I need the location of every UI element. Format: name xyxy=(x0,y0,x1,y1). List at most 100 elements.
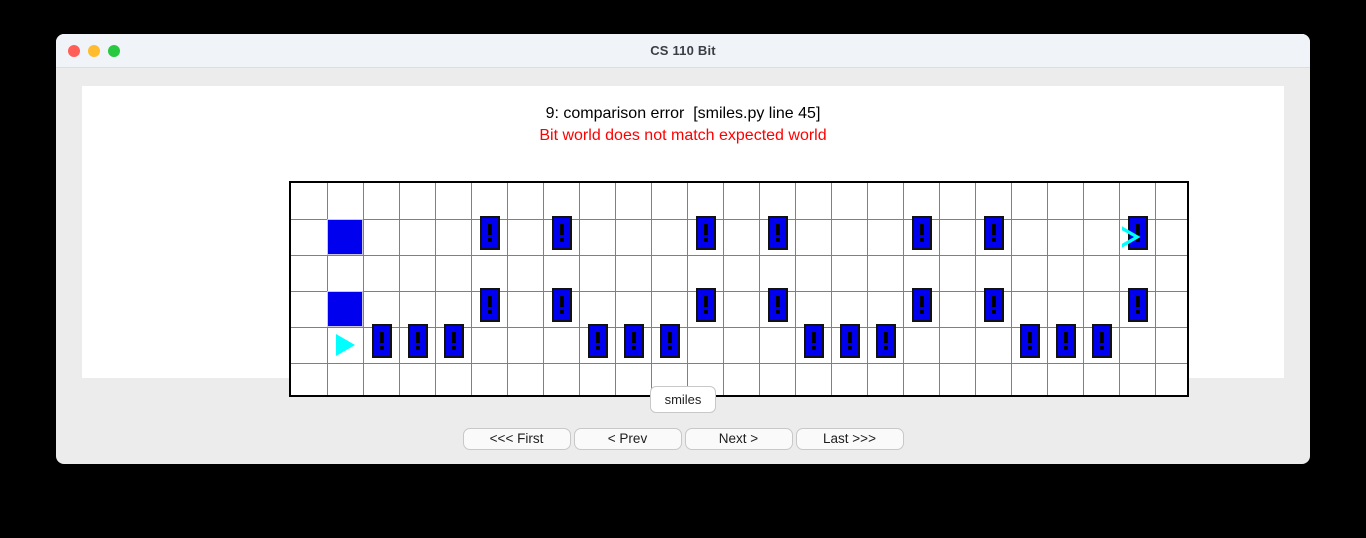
exclamation-dot xyxy=(560,310,564,314)
exclamation-dot xyxy=(488,310,492,314)
exclamation-block-icon xyxy=(1020,324,1040,358)
next-button[interactable]: Next > xyxy=(684,428,793,450)
exclamation-block-icon xyxy=(912,216,932,250)
exclamation-block-icon xyxy=(444,324,464,358)
exclamation-dot xyxy=(1100,346,1104,350)
exclamation-stem xyxy=(632,332,636,343)
exclamation-stem xyxy=(992,296,996,307)
exclamation-dot xyxy=(704,310,708,314)
exclamation-block-icon xyxy=(1056,324,1076,358)
exclamation-block-icon xyxy=(984,288,1004,322)
exclamation-stem xyxy=(1100,332,1104,343)
first-button[interactable]: <<< First xyxy=(462,428,571,450)
exclamation-dot xyxy=(776,310,780,314)
exclamation-block-icon xyxy=(696,288,716,322)
exclamation-dot xyxy=(632,346,636,350)
exclamation-dot xyxy=(1136,310,1140,314)
exclamation-stem xyxy=(776,296,780,307)
title-bar: CS 110 Bit xyxy=(56,34,1310,68)
exclamation-block-icon xyxy=(1092,324,1112,358)
exclamation-stem xyxy=(920,224,924,235)
exclamation-stem xyxy=(884,332,888,343)
exclamation-block-icon xyxy=(1128,288,1148,322)
exclamation-block-icon xyxy=(912,288,932,322)
prev-button[interactable]: < Prev xyxy=(573,428,682,450)
exclamation-stem xyxy=(812,332,816,343)
bit-robot-icon xyxy=(327,327,363,363)
exclamation-dot xyxy=(848,346,852,350)
exclamation-stem xyxy=(488,224,492,235)
exclamation-dot xyxy=(1028,346,1032,350)
last-button[interactable]: Last >>> xyxy=(795,428,904,450)
window-title: CS 110 Bit xyxy=(650,43,716,58)
error-detail-line: Bit world does not match expected world xyxy=(539,127,827,144)
bit-world-grid[interactable] xyxy=(289,181,1189,397)
exclamation-stem xyxy=(596,332,600,343)
exclamation-block-icon xyxy=(372,324,392,358)
exclamation-stem xyxy=(560,296,564,307)
navigation-bar: <<< First < Prev Next > Last >>> xyxy=(56,428,1310,450)
exclamation-block-icon xyxy=(804,324,824,358)
exclamation-block-icon xyxy=(624,324,644,358)
exclamation-stem xyxy=(380,332,384,343)
exclamation-stem xyxy=(704,224,708,235)
painted-cell xyxy=(327,219,363,255)
exclamation-stem xyxy=(1028,332,1032,343)
exclamation-stem xyxy=(704,296,708,307)
exclamation-block-icon xyxy=(696,216,716,250)
bit-heading-arrow xyxy=(1122,226,1141,248)
exclamation-dot xyxy=(668,346,672,350)
exclamation-dot xyxy=(920,310,924,314)
exclamation-block-icon xyxy=(480,216,500,250)
exclamation-stem xyxy=(1136,296,1140,307)
exclamation-stem xyxy=(992,224,996,235)
exclamation-block-icon xyxy=(660,324,680,358)
exclamation-dot xyxy=(560,238,564,242)
exclamation-dot xyxy=(812,346,816,350)
exclamation-block-icon xyxy=(984,216,1004,250)
exclamation-block-icon xyxy=(552,288,572,322)
exclamation-dot xyxy=(488,238,492,242)
app-window: CS 110 Bit 9: comparison error [smiles.p… xyxy=(56,34,1310,464)
exclamation-block-icon xyxy=(876,324,896,358)
painted-cell xyxy=(327,291,363,327)
window-controls xyxy=(68,44,120,57)
exclamation-stem xyxy=(668,332,672,343)
exclamation-stem xyxy=(416,332,420,343)
grid-objects xyxy=(291,183,1187,395)
exclamation-stem xyxy=(920,296,924,307)
exclamation-dot xyxy=(380,346,384,350)
exclamation-dot xyxy=(596,346,600,350)
exclamation-dot xyxy=(920,238,924,242)
exclamation-block-icon xyxy=(552,216,572,250)
tab-smiles[interactable]: smiles xyxy=(649,386,717,413)
exclamation-block-icon xyxy=(840,324,860,358)
exclamation-stem xyxy=(1064,332,1068,343)
bit-heading-arrow xyxy=(335,334,355,356)
exclamation-dot xyxy=(776,238,780,242)
exclamation-stem xyxy=(452,332,456,343)
exclamation-dot xyxy=(416,346,420,350)
exclamation-dot xyxy=(992,310,996,314)
minimize-button[interactable] xyxy=(88,44,100,57)
exclamation-dot xyxy=(992,238,996,242)
exclamation-dot xyxy=(884,346,888,350)
exclamation-stem xyxy=(560,224,564,235)
exclamation-block-icon xyxy=(408,324,428,358)
exclamation-stem xyxy=(776,224,780,235)
exclamation-block-icon xyxy=(588,324,608,358)
exclamation-dot xyxy=(704,238,708,242)
bit-canvas-panel: 9: comparison error [smiles.py line 45] … xyxy=(82,86,1284,397)
exclamation-dot xyxy=(452,346,456,350)
close-button[interactable] xyxy=(68,44,80,57)
exclamation-stem xyxy=(848,332,852,343)
exclamation-dot xyxy=(1064,346,1068,350)
tab-bar: smiles xyxy=(56,386,1310,413)
maximize-button[interactable] xyxy=(108,44,120,57)
bit-robot-outline-icon xyxy=(1113,219,1149,255)
exclamation-block-icon xyxy=(768,216,788,250)
exclamation-stem xyxy=(488,296,492,307)
exclamation-block-icon xyxy=(480,288,500,322)
exclamation-block-icon xyxy=(768,288,788,322)
error-message-line: 9: comparison error [smiles.py line 45] xyxy=(545,105,821,122)
